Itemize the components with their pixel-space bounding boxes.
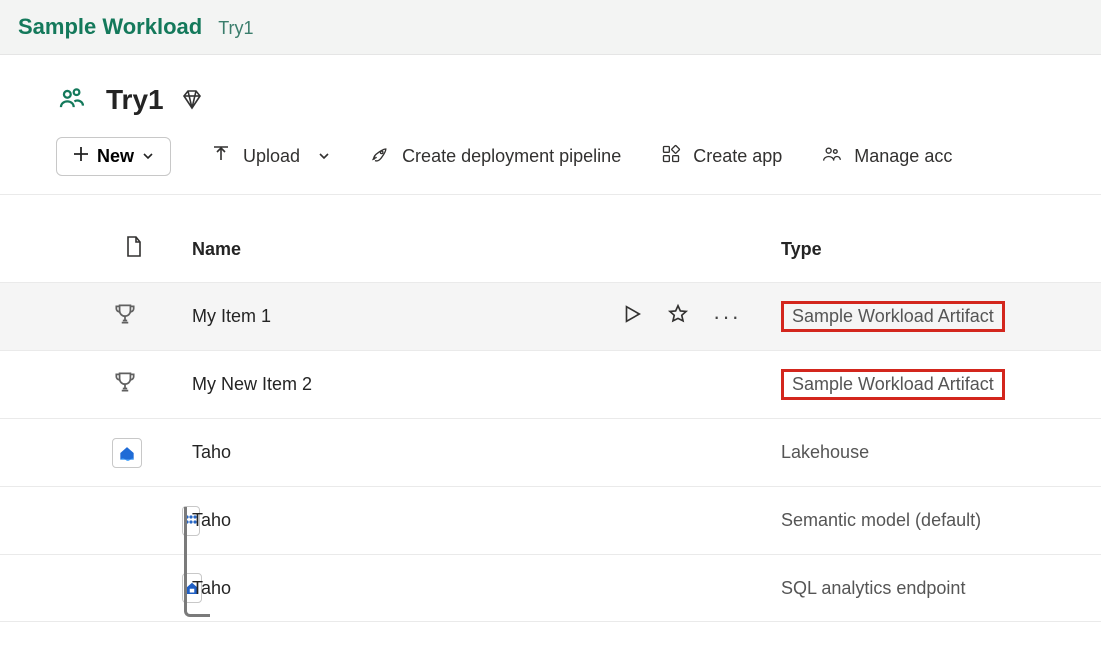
table-row[interactable]: Taho SQL analytics endpoint <box>0 554 1101 622</box>
upload-label: Upload <box>243 146 300 167</box>
create-app-label: Create app <box>693 146 782 167</box>
trophy-icon <box>112 369 138 400</box>
manage-access-label: Manage acc <box>854 146 952 167</box>
play-icon[interactable] <box>621 303 643 330</box>
star-icon[interactable] <box>667 303 689 330</box>
column-header-name[interactable]: Name <box>192 239 781 260</box>
new-button[interactable]: New <box>56 137 171 176</box>
lakehouse-icon <box>112 438 142 468</box>
column-header-type[interactable]: Type <box>781 239 1101 260</box>
chevron-down-icon <box>318 146 330 167</box>
item-name: Taho <box>192 510 231 531</box>
workspace-toolbar: New Upload Create deployment pipeline <box>0 127 1101 195</box>
table-row[interactable]: Taho Semantic model (default) <box>0 486 1101 554</box>
workspace-people-icon <box>56 83 90 117</box>
workspace-name: Try1 <box>106 84 164 116</box>
create-pipeline-button[interactable]: Create deployment pipeline <box>370 144 621 169</box>
manage-access-button[interactable]: Manage acc <box>822 144 952 169</box>
rocket-icon <box>370 144 390 169</box>
new-button-label: New <box>97 146 134 167</box>
item-type: SQL analytics endpoint <box>781 578 965 598</box>
apps-icon <box>661 144 681 169</box>
item-name: My New Item 2 <box>192 374 312 395</box>
top-breadcrumb-bar: Sample Workload Try1 <box>0 0 1101 55</box>
item-type: Lakehouse <box>781 442 869 462</box>
upload-icon <box>211 144 231 169</box>
item-name: Taho <box>192 578 231 599</box>
item-type: Semantic model (default) <box>781 510 981 530</box>
create-app-button[interactable]: Create app <box>661 144 782 169</box>
chevron-down-icon <box>142 146 154 167</box>
more-icon[interactable]: ··· <box>713 306 741 328</box>
plus-icon <box>73 146 89 167</box>
app-title[interactable]: Sample Workload <box>18 14 202 40</box>
file-icon <box>124 235 144 264</box>
trophy-icon <box>112 301 138 332</box>
create-pipeline-label: Create deployment pipeline <box>402 146 621 167</box>
item-type: Sample Workload Artifact <box>781 301 1005 332</box>
people-icon <box>822 144 842 169</box>
item-type: Sample Workload Artifact <box>781 369 1005 400</box>
items-table: Name Type My Item 1 ··· <box>0 195 1101 622</box>
workspace-header: Try1 <box>0 55 1101 127</box>
table-row[interactable]: My New Item 2 Sample Workload Artifact <box>0 350 1101 418</box>
table-row[interactable]: My Item 1 ··· Sample Workload Artifact <box>0 282 1101 350</box>
premium-diamond-icon <box>180 88 204 112</box>
item-name: Taho <box>192 442 231 463</box>
breadcrumb-workspace[interactable]: Try1 <box>218 18 253 39</box>
item-name: My Item 1 <box>192 306 271 327</box>
upload-button[interactable]: Upload <box>211 144 330 169</box>
table-header-row: Name Type <box>0 235 1101 282</box>
table-row[interactable]: Taho Lakehouse <box>0 418 1101 486</box>
